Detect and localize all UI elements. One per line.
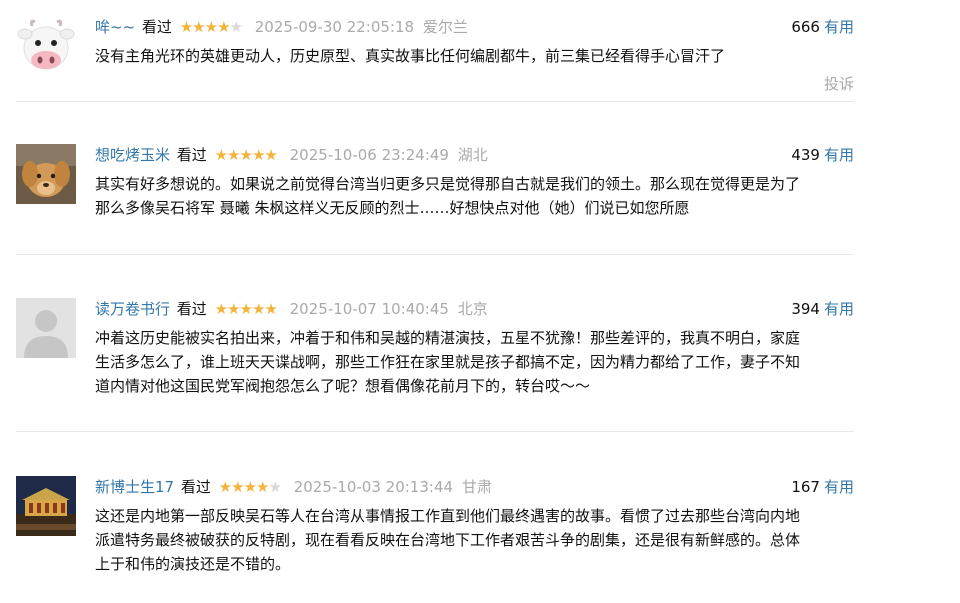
comment-line: 没有主角光环的英雄更动人，历史原型、真实故事比任何编剧都牛，前三集已经看得手心冒… (95, 47, 726, 65)
vote-area: 666 有用 (791, 16, 854, 38)
avatar[interactable] (16, 298, 76, 358)
star-icon: ★ (214, 300, 228, 318)
useful-button[interactable]: 有用 (824, 300, 854, 318)
divider (16, 101, 854, 102)
star-icon: ★ (229, 18, 243, 36)
star-icon: ★ (239, 146, 253, 164)
rating-stars: ★★★★★ (179, 18, 243, 36)
star-icon: ★ (217, 18, 230, 36)
comment-text: 其实有好多想说的。如果说之前觉得台湾当归更多只是觉得那自古就是我们的领土。那么现… (95, 172, 854, 220)
rating-stars: ★★★★★ (214, 146, 278, 164)
avatar[interactable] (16, 16, 76, 76)
vote-area: 394 有用 (791, 298, 854, 320)
star-icon: ★ (264, 146, 277, 164)
star-icon: ★ (227, 146, 240, 164)
comment-header: 新博士生17 看过 ★★★★★ 2025-10-03 20:13:44 甘肃 1… (95, 476, 854, 498)
comment-line: 其实有好多想说的。如果说之前觉得台湾当归更多只是觉得那自古就是我们的领土。那么现… (95, 175, 801, 193)
star-icon: ★ (192, 18, 205, 36)
comment-text: 没有主角光环的英雄更动人，历史原型、真实故事比任何编剧都牛，前三集已经看得手心冒… (95, 44, 854, 68)
username-link[interactable]: 想吃烤玉米 (95, 146, 170, 164)
vote-count: 439 (791, 146, 820, 164)
watched-label: 看过 (180, 478, 211, 496)
comment-line: 冲着这历史能被实名拍出来，冲着于和伟和吴越的精湛演技，五星不犹豫！那些差评的，我… (95, 329, 801, 347)
star-icon: ★ (256, 478, 269, 496)
star-icon: ★ (251, 146, 265, 164)
username-link[interactable]: 哞~~ (95, 18, 135, 36)
divider (16, 254, 854, 255)
comment-header: 想吃烤玉米 看过 ★★★★★ 2025-10-06 23:24:49 湖北 43… (95, 144, 854, 166)
comment-time: 2025-09-30 22:05:18 (254, 18, 415, 36)
star-icon: ★ (268, 478, 281, 496)
username-link[interactable]: 新博士生17 (95, 478, 174, 496)
username-link[interactable]: 读万卷书行 (95, 300, 170, 318)
watched-label: 看过 (141, 18, 172, 36)
comment-line: 派遣特务最终被破获的反特剧，现在看看反映在台湾地下工作者艰苦斗争的剧集，还是很有… (95, 531, 801, 549)
dog-photo-icon (16, 144, 76, 204)
comment-location: 湖北 (457, 146, 488, 164)
watched-label: 看过 (176, 146, 207, 164)
vote-area: 167 有用 (791, 476, 854, 498)
comment-location: 北京 (457, 300, 488, 318)
cow-face-icon (17, 19, 75, 70)
star-icon: ★ (231, 478, 244, 496)
default-user-icon (16, 298, 76, 358)
star-icon: ★ (264, 300, 277, 318)
vote-count: 167 (791, 478, 820, 496)
divider (16, 431, 854, 432)
star-icon: ★ (251, 300, 265, 318)
star-icon: ★ (204, 18, 218, 36)
useful-button[interactable]: 有用 (824, 146, 854, 164)
comment-text: 这还是内地第一部反映吴石等人在台湾从事情报工作直到他们最终遇害的故事。看惯了过去… (95, 504, 854, 576)
vote-count: 394 (791, 300, 820, 318)
watched-label: 看过 (176, 300, 207, 318)
comment-text: 冲着这历史能被实名拍出来，冲着于和伟和吴越的精湛演技，五星不犹豫！那些差评的，我… (95, 326, 854, 398)
avatar[interactable] (16, 144, 76, 204)
comment-line: 道内情对他这国民党军阀抱怨怎么了呢？想看偶像花前月下的，转台哎～～ (95, 377, 591, 395)
comment-location: 爱尔兰 (422, 18, 468, 36)
star-icon: ★ (239, 300, 253, 318)
useful-button[interactable]: 有用 (824, 18, 854, 36)
star-icon: ★ (214, 146, 228, 164)
avatar[interactable] (16, 476, 76, 536)
useful-button[interactable]: 有用 (824, 478, 854, 496)
vote-area: 439 有用 (791, 144, 854, 166)
comment-line: 那么多像吴石将军 聂曦 朱枫这样义无反顾的烈士……好想快点对他（她）们说已如您所… (95, 199, 690, 217)
comment-line: 生活多怎么了，谁上班天天谍战啊，那些工作狂在家里就是孩子都搞不定，因为精力都给了… (95, 353, 801, 371)
star-icon: ★ (227, 300, 240, 318)
comment-time: 2025-10-03 20:13:44 (293, 478, 454, 496)
rating-stars: ★★★★★ (214, 300, 278, 318)
comment-time: 2025-10-06 23:24:49 (289, 146, 449, 164)
star-icon: ★ (179, 18, 193, 36)
comment-time: 2025-10-07 10:40:45 (289, 300, 449, 318)
vote-count: 666 (791, 18, 820, 36)
comment-location: 甘肃 (461, 478, 492, 496)
comment-header: 读万卷书行 看过 ★★★★★ 2025-10-07 10:40:45 北京 39… (95, 298, 854, 320)
star-icon: ★ (243, 478, 257, 496)
comment-line: 这还是内地第一部反映吴石等人在台湾从事情报工作直到他们最终遇害的故事。看惯了过去… (95, 507, 801, 525)
star-icon: ★ (218, 478, 232, 496)
night-building-photo-icon (16, 476, 76, 536)
rating-stars: ★★★★★ (218, 478, 282, 496)
report-button[interactable]: 投诉 (824, 73, 854, 94)
comment-header: 哞~~ 看过 ★★★★★ 2025-09-30 22:05:18 爱尔兰 666… (95, 16, 854, 38)
comment-line: 上于和伟的演技还是不错的。 (95, 555, 291, 573)
